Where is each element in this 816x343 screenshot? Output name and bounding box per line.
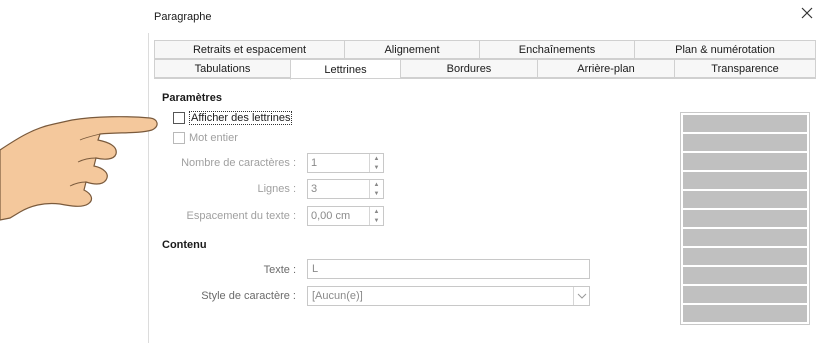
tab-enchainements[interactable]: Enchaînements [479,40,634,59]
char-style-label: Style de caractère : [201,290,296,302]
tab-tabulations[interactable]: Tabulations [154,59,290,78]
text-label: Texte : [263,264,296,276]
whole-word-label: Mot entier [189,132,238,144]
chevron-down-icon[interactable] [573,287,589,305]
whole-word-row[interactable]: Mot entier [173,132,238,144]
close-icon[interactable] [800,6,814,20]
char-style-select[interactable]: [Aucun(e)] [307,286,590,306]
spin-up-icon[interactable]: ▲ [370,207,383,216]
tab-arriere-plan[interactable]: Arrière-plan [537,59,674,78]
spin-down-icon[interactable]: ▼ [370,189,383,198]
tab-alignement[interactable]: Alignement [344,40,479,59]
dialog-title: Paragraphe [154,11,212,23]
spin-up-icon[interactable]: ▲ [370,180,383,189]
preview-line [683,115,807,132]
spacing-spinner[interactable]: 0,00 cm ▲ ▼ [307,206,384,226]
preview-line [683,134,807,151]
section-parametres: Paramètres [162,92,222,104]
whole-word-checkbox[interactable] [173,132,185,144]
char-style-value[interactable]: [Aucun(e)] [308,287,573,305]
text-input[interactable]: L [307,259,590,279]
lines-spinner[interactable]: 3 ▲ ▼ [307,179,384,199]
pointing-hand-icon [0,116,158,221]
show-dropcaps-row[interactable]: Afficher des lettrines [173,111,293,125]
num-chars-label: Nombre de caractères : [181,157,296,169]
spacing-label: Espacement du texte : [186,210,296,222]
tab-retraits[interactable]: Retraits et espacement [154,40,344,59]
preview-line [683,153,807,170]
tab-plan-numerotation[interactable]: Plan & numérotation [634,40,816,59]
num-chars-value[interactable]: 1 [308,154,369,172]
tab-bordures[interactable]: Bordures [400,59,537,78]
tab-transparence[interactable]: Transparence [674,59,816,78]
tab-row-1: Retraits et espacement Alignement Enchaî… [154,40,816,59]
preview-line [683,267,807,284]
tab-lettrines[interactable]: Lettrines [290,59,400,80]
spin-down-icon[interactable]: ▼ [370,216,383,225]
num-chars-spinner[interactable]: 1 ▲ ▼ [307,153,384,173]
preview-line [683,286,807,303]
spacing-value[interactable]: 0,00 cm [308,207,369,225]
show-dropcaps-checkbox[interactable] [173,112,185,124]
dropcap-preview [680,112,810,325]
lines-value[interactable]: 3 [308,180,369,198]
preview-line [683,172,807,189]
section-contenu: Contenu [162,239,207,251]
spin-down-icon[interactable]: ▼ [370,163,383,172]
preview-line [683,210,807,227]
lines-label: Lignes : [257,183,296,195]
preview-line [683,191,807,208]
tab-row-2: Tabulations Lettrines Bordures Arrière-p… [154,59,816,80]
preview-line [683,248,807,265]
show-dropcaps-label[interactable]: Afficher des lettrines [189,111,293,125]
spin-up-icon[interactable]: ▲ [370,154,383,163]
preview-line [683,229,807,246]
preview-line [683,305,807,322]
